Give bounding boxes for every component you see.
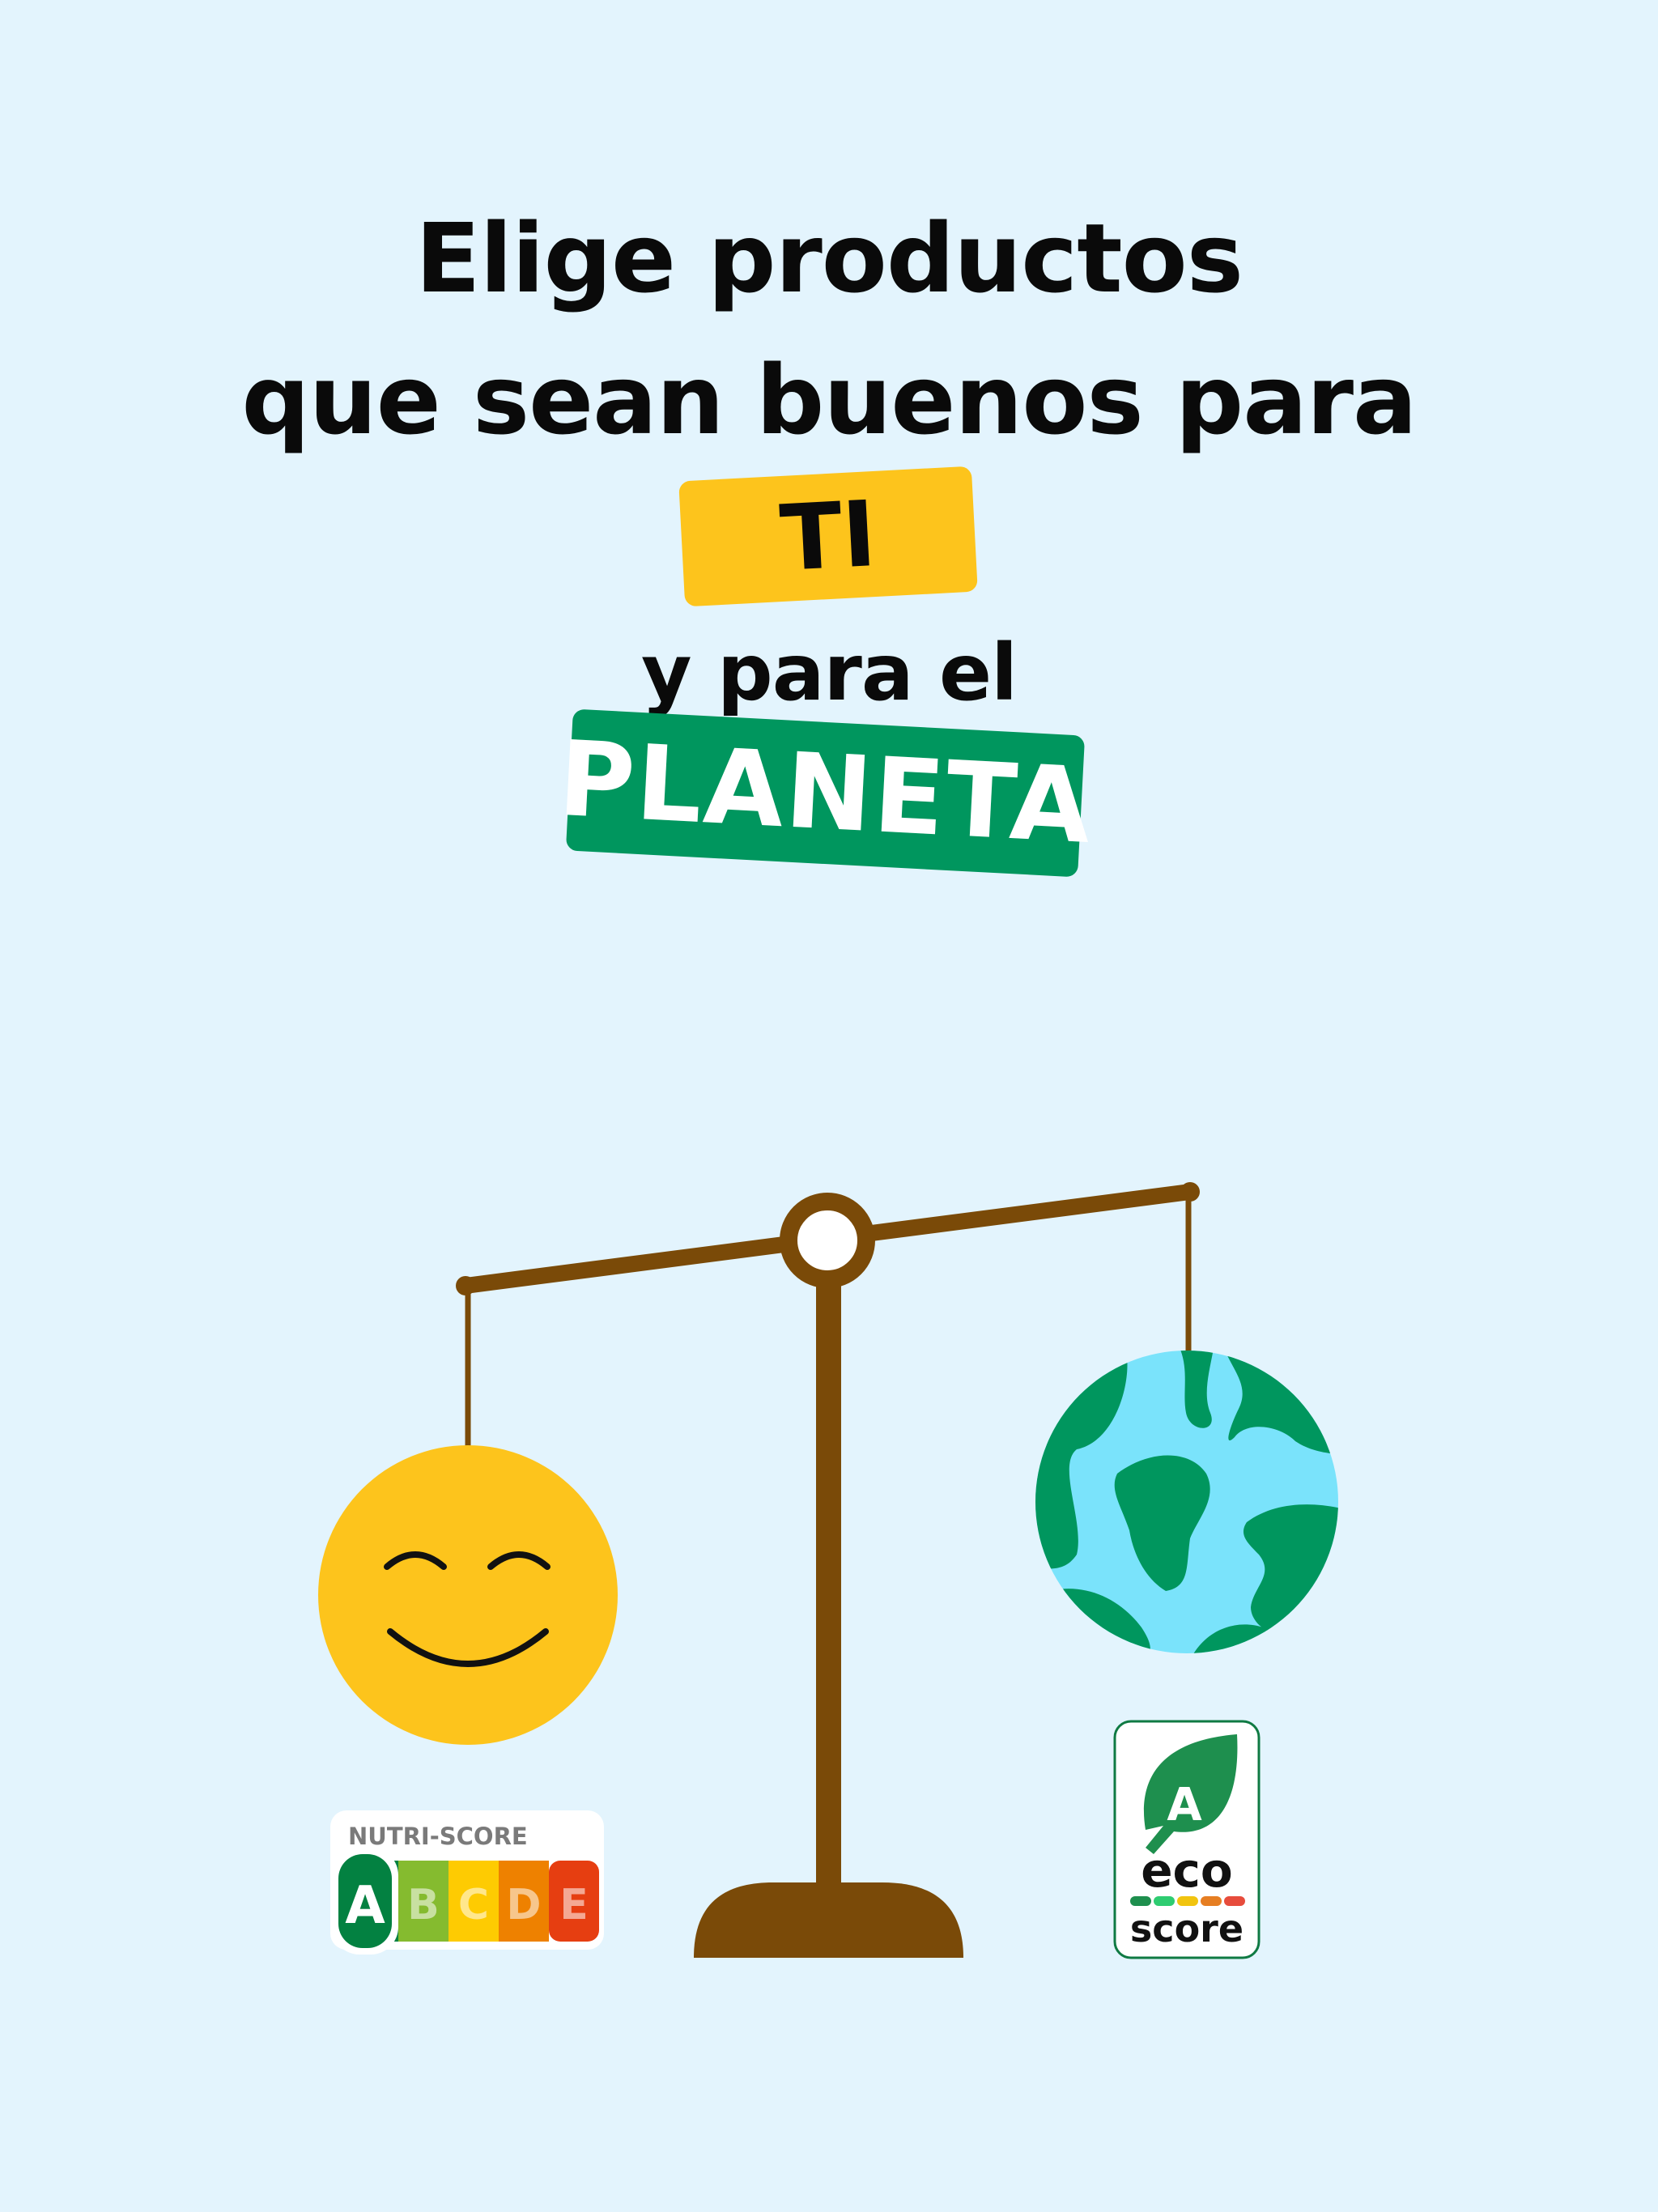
eco-score-label: A eco score [1113,1720,1261,1959]
smiley-face-icon [318,1445,618,1745]
nutri-score-selected-grade: A [345,1876,385,1936]
nutri-score-letter-d: D [506,1881,541,1929]
eco-score-grade: A [1167,1779,1202,1831]
eco-score-bar-segment [1154,1896,1175,1906]
nutri-score-letter-c: C [458,1881,489,1929]
eco-score-bar-segment [1201,1896,1222,1906]
nutri-score-letter-e: E [559,1881,589,1929]
illustration: NUTRI-SCORE BCDE A A eco score [318,1182,1338,1959]
eco-score-word-eco: eco [1141,1843,1233,1898]
nutri-score-letter-b: B [407,1881,440,1929]
nutri-score-label: NUTRI-SCORE BCDE A [330,1810,604,1955]
earth-globe-icon [1035,1351,1338,1653]
nutri-score-title: NUTRI-SCORE [348,1823,528,1850]
eco-score-bar-segment [1224,1896,1245,1906]
eco-score-bar-segment [1177,1896,1198,1906]
eco-score-bar-segment [1130,1896,1151,1906]
eco-score-word-score: score [1130,1907,1244,1950]
